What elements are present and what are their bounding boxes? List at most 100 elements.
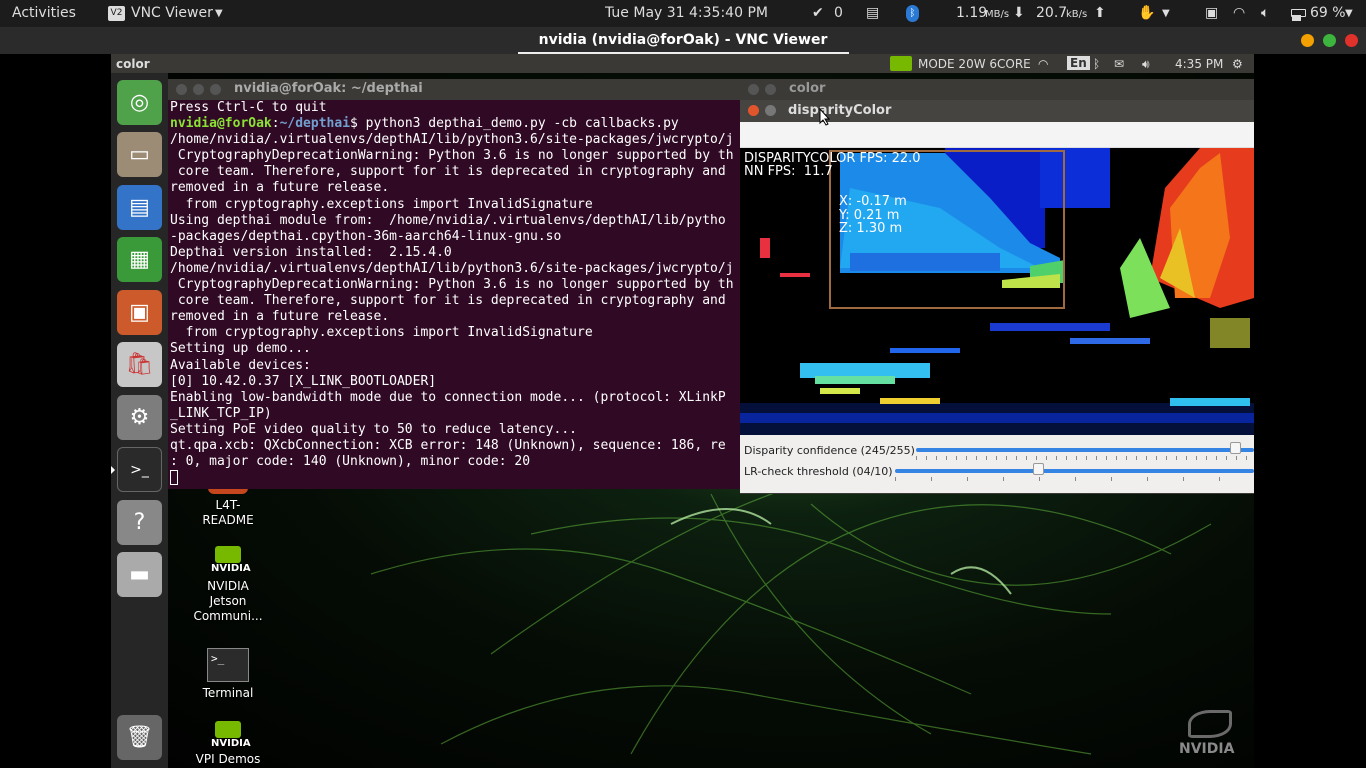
wifi-icon[interactable]: ◠ [1233, 5, 1245, 21]
keyboard-layout[interactable]: En [1067, 56, 1090, 70]
terminal-icon[interactable]: >_ [117, 447, 162, 492]
terminal-line: core team. Therefore, support for it is … [170, 164, 726, 180]
disparity-image[interactable]: DISPARITYCOLOR FPS: 22.0 NN FPS: 11.7 X:… [740, 148, 1254, 435]
app-menu[interactable]: VNC Viewer [131, 5, 213, 21]
nvidia-icon[interactable] [890, 56, 912, 71]
prompt-path: ~/depthai [279, 116, 351, 132]
terminal-close-button[interactable] [176, 84, 187, 95]
disparity-confidence-ticks [916, 456, 1254, 460]
app-menu-arrow-icon[interactable]: ▼ [215, 8, 223, 19]
battery-percent[interactable]: 69 % [1310, 5, 1346, 21]
mail-icon[interactable]: ✉ [1114, 57, 1124, 71]
disparity-confidence-slider[interactable] [916, 448, 1254, 452]
jetson-community-label[interactable]: NVIDIA Jetson Communi... [183, 579, 273, 624]
check-icon[interactable]: ✔ [812, 5, 824, 21]
terminal-desktop-label[interactable]: Terminal [183, 686, 273, 701]
display-icon[interactable]: ▣ [1205, 5, 1218, 21]
files-icon[interactable]: ▭ [117, 132, 162, 177]
calc-icon[interactable]: ▦ [117, 237, 162, 282]
volume-icon[interactable]: 🔈︎ [1261, 5, 1269, 21]
drive-mount-icon[interactable]: ▬ [117, 552, 162, 597]
nvidia-wallpaper-eye-icon [1188, 710, 1232, 738]
jetson-nvidia-logo: NVIDIA [211, 563, 251, 574]
dropdown-icon[interactable]: ▼ [1162, 8, 1170, 19]
disparity-close-button[interactable] [748, 105, 759, 116]
remote-wifi-icon[interactable]: ◠ [1038, 57, 1048, 71]
net-down-unit: MB/s [985, 9, 1010, 20]
terminal-line: -packages/depthai.cpython-36m-aarch64-li… [170, 228, 562, 244]
active-window-name: color [116, 57, 150, 71]
drive-icon[interactable]: ▤ [866, 5, 879, 21]
readme-label[interactable]: L4T- README [183, 498, 273, 528]
remote-bluetooth-icon[interactable]: ᛒ [1093, 57, 1100, 71]
terminal-line: from cryptography.exceptions import Inva… [170, 196, 593, 212]
terminal-output[interactable]: Press Ctrl-C to quit nvidia@forOak:~/dept… [170, 100, 741, 489]
close-button[interactable] [1345, 34, 1358, 47]
vnc-window-title: nvidia (nvidia@forOak) - VNC Viewer [538, 32, 828, 48]
disparity-titlebar[interactable]: disparityColor [740, 100, 1254, 122]
disparity-minimize-button[interactable] [765, 105, 776, 116]
vpi-demos-icon[interactable]: NVIDIA [211, 721, 251, 751]
disparity-window-title: disparityColor [788, 103, 892, 118]
lr-check-slider[interactable] [895, 469, 1254, 473]
activities-button[interactable]: Activities [12, 5, 76, 21]
terminal-line: from cryptography.exceptions import Inva… [170, 325, 593, 341]
ubuntu-dash-icon[interactable]: ◎ [117, 80, 162, 125]
impress-icon[interactable]: ▣ [117, 290, 162, 335]
terminal-minimize-button[interactable] [193, 84, 204, 95]
clock[interactable]: Tue May 31 4:35:40 PM [605, 5, 768, 21]
terminal-line: Available devices: [170, 357, 311, 373]
terminal-title: nvidia@forOak: ~/depthai [234, 81, 423, 96]
remote-time[interactable]: 4:35 PM [1175, 57, 1223, 71]
terminal-desktop-icon[interactable]: >_ [207, 648, 249, 682]
minimize-button[interactable] [1301, 34, 1314, 47]
readme-label-line2: README [202, 513, 254, 527]
vpi-demos-label[interactable]: VPI Demos [183, 752, 273, 767]
check-count[interactable]: 0 [834, 5, 843, 21]
remote-volume-icon[interactable]: 🔊︎ [1142, 57, 1150, 72]
maximize-button[interactable] [1323, 34, 1336, 47]
nvidia-eye-icon [215, 546, 241, 563]
terminal-line: : 0, major code: 140 (Unknown), minor co… [170, 454, 531, 470]
vpi-nvidia-logo: NVIDIA [211, 738, 251, 749]
terminal-maximize-button[interactable] [210, 84, 221, 95]
terminal-window[interactable]: nvidia@forOak: ~/depthai Press Ctrl-C to… [168, 79, 741, 489]
terminal-line: Press Ctrl-C to quit [170, 100, 327, 115]
jetson-community-icon[interactable]: NVIDIA [211, 546, 251, 576]
settings-icon[interactable]: ⚙ [117, 395, 162, 440]
lr-check-label: LR-check threshold (04/10) [744, 465, 893, 478]
color-minimize-button[interactable] [765, 84, 776, 95]
terminal-line: [0] 10.42.0.37 [X_LINK_BOOTLOADER] [170, 373, 437, 389]
readme-label-line1: L4T- [215, 498, 241, 512]
disparity-confidence-handle[interactable] [1230, 442, 1241, 454]
net-down-value: 1.19 [956, 5, 988, 21]
disparity-window[interactable]: disparityColor DISPARITYCOLOR FPS: 22.0 … [740, 100, 1254, 493]
vnc-app-icon: V2 [108, 6, 125, 21]
terminal-prompt-line: nvidia@forOak:~/depthai$ python3 depthai… [170, 116, 679, 132]
prompt-command: $ python3 depthai_demo.py -cb callbacks.… [350, 116, 679, 132]
hand-icon[interactable]: ✋ [1138, 5, 1155, 21]
trash-icon[interactable]: 🗑︎ [117, 715, 162, 760]
writer-icon[interactable]: ▤ [117, 185, 162, 230]
arrow-up-icon: ⬆ [1094, 5, 1106, 21]
help-icon[interactable]: ? [117, 500, 162, 545]
terminal-line: removed in a future release. [170, 309, 390, 325]
lr-check-handle[interactable] [1033, 463, 1044, 475]
terminal-line: /home/nvidia/.virtualenvs/depthAI/lib/py… [170, 260, 734, 276]
color-close-button[interactable] [748, 84, 759, 95]
prompt-user: nvidia@forOak [170, 116, 272, 132]
battery-icon[interactable] [1291, 9, 1306, 21]
software-center-icon[interactable]: 🛍︎ [117, 342, 162, 387]
remote-gear-icon[interactable]: ⚙ [1232, 57, 1243, 71]
bluetooth-icon[interactable]: ᛒ [906, 5, 919, 22]
vnc-window-titlebar[interactable]: nvidia (nvidia@forOak) - VNC Viewer [0, 27, 1366, 54]
terminal-lines-before: Press Ctrl-C to quit [170, 100, 741, 116]
terminal-line: Enabling low-bandwidth mode due to conne… [170, 389, 726, 405]
terminal-lines-after: /home/nvidia/.virtualenvs/depthAI/lib/py… [170, 132, 741, 470]
remote-desktop[interactable]: color MODE 20W 6CORE ◠ En ᛒ ✉ 🔊︎ 4:35 PM… [111, 54, 1254, 768]
power-mode[interactable]: MODE 20W 6CORE [918, 57, 1031, 71]
terminal-titlebar[interactable]: nvidia@forOak: ~/depthai [168, 79, 741, 100]
nn-fps: NN FPS: 11.7 [744, 164, 833, 179]
terminal-line: core team. Therefore, support for it is … [170, 293, 726, 309]
system-menu-arrow-icon[interactable]: ▼ [1345, 8, 1353, 19]
